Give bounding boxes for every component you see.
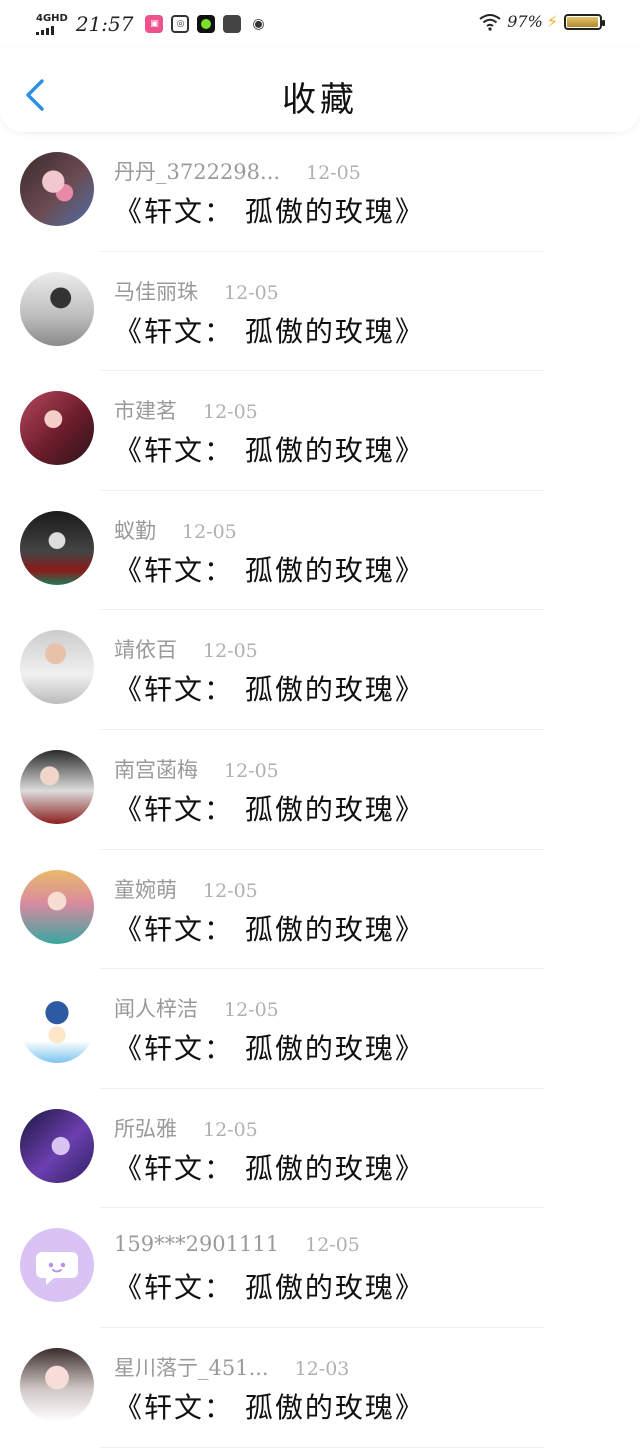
list-item[interactable]: 所弘雅 12-05 《轩文： 孤傲的玫瑰》 bbox=[0, 1089, 640, 1209]
item-date: 12-05 bbox=[182, 520, 237, 543]
list-item[interactable]: 靖依百 12-05 《轩文： 孤傲的玫瑰》 bbox=[0, 610, 640, 730]
list-item[interactable]: 马佳丽珠 12-05 《轩文： 孤傲的玫瑰》 bbox=[0, 252, 640, 372]
avatar[interactable] bbox=[20, 630, 94, 705]
avatar[interactable] bbox=[20, 989, 94, 1064]
avatar[interactable] bbox=[20, 510, 94, 585]
list-item[interactable]: 南宫菡梅 12-05 《轩文： 孤傲的玫瑰》 bbox=[0, 730, 640, 850]
item-meta: 丹丹_3722298... 12-05 bbox=[114, 156, 361, 186]
favorite-title[interactable]: 《轩文： 孤傲的玫瑰》 bbox=[114, 668, 425, 708]
favorite-title[interactable]: 《轩文： 孤傲的玫瑰》 bbox=[114, 788, 425, 828]
nav-header: 收藏 bbox=[0, 48, 640, 132]
favorite-title[interactable]: 《轩文： 孤傲的玫瑰》 bbox=[114, 908, 425, 948]
item-meta: 马佳丽珠 12-05 bbox=[114, 276, 279, 306]
avatar[interactable] bbox=[20, 391, 94, 466]
battery-level bbox=[567, 16, 599, 27]
battery-percent: 97% bbox=[507, 12, 543, 31]
item-date: 12-05 bbox=[306, 162, 361, 184]
qr-app-icon: ◎ bbox=[171, 15, 190, 33]
favorite-title[interactable]: 《轩文： 孤傲的玫瑰》 bbox=[114, 1266, 425, 1306]
favorites-list: 丹丹_3722298... 12-05 《轩文： 孤傲的玫瑰》 马佳丽珠 12-05 《轩… bbox=[0, 132, 640, 1448]
green-app-icon bbox=[197, 15, 216, 33]
item-date: 12-05 bbox=[305, 1234, 360, 1257]
favorite-title[interactable]: 《轩文： 孤傲的玫瑰》 bbox=[114, 1027, 425, 1067]
avatar[interactable] bbox=[20, 1228, 94, 1303]
favorite-title[interactable]: 《轩文： 孤傲的玫瑰》 bbox=[114, 429, 425, 469]
divider bbox=[100, 1446, 544, 1448]
list-item[interactable]: 闻人梓洁 12-05 《轩文： 孤傲的玫瑰》 bbox=[0, 969, 640, 1089]
favorite-title[interactable]: 《轩文： 孤傲的玫瑰》 bbox=[114, 310, 425, 350]
user-name[interactable]: 靖依百 bbox=[114, 634, 177, 664]
favorite-title[interactable]: 《轩文： 孤傲的玫瑰》 bbox=[114, 1147, 425, 1187]
user-name[interactable]: 159***2901111 bbox=[114, 1232, 279, 1256]
network-label: 4GHD bbox=[36, 12, 68, 24]
user-name[interactable]: 丹丹_3722298... bbox=[114, 156, 280, 186]
item-meta: 童婉萌 12-05 bbox=[114, 874, 258, 904]
status-bar: 4GHD 21:57 ▣ ◎ ◉ 97% ⚡ bbox=[0, 0, 640, 48]
user-name[interactable]: 马佳丽珠 bbox=[114, 276, 198, 306]
item-meta: 南宫菡梅 12-05 bbox=[114, 754, 279, 784]
favorite-title[interactable]: 《轩文： 孤傲的玫瑰》 bbox=[114, 190, 425, 230]
user-name[interactable]: 星川落亍_451... bbox=[114, 1352, 269, 1382]
favorite-title[interactable]: 《轩文： 孤傲的玫瑰》 bbox=[114, 1386, 425, 1426]
avatar[interactable] bbox=[20, 271, 94, 346]
signal-icon bbox=[36, 25, 54, 35]
network-indicator: 4GHD bbox=[36, 12, 68, 35]
item-meta: 星川落亍_451... 12-03 bbox=[114, 1352, 349, 1382]
ticket-app-icon: ▣ bbox=[145, 15, 164, 33]
wifi-icon bbox=[479, 13, 501, 31]
list-item[interactable]: 159***2901111 12-05 《轩文： 孤傲的玫瑰》 bbox=[0, 1208, 640, 1328]
clock: 21:57 bbox=[75, 12, 134, 36]
item-date: 12-05 bbox=[203, 1118, 258, 1141]
list-item[interactable]: 蚁勤 12-05 《轩文： 孤傲的玫瑰》 bbox=[0, 491, 640, 611]
avatar[interactable] bbox=[20, 749, 94, 824]
weibo-icon: ◉ bbox=[252, 16, 265, 32]
user-name[interactable]: 童婉萌 bbox=[114, 874, 177, 904]
item-meta: 蚁勤 12-05 bbox=[114, 515, 237, 545]
list-item[interactable]: 星川落亍_451... 12-03 《轩文： 孤傲的玫瑰》 bbox=[0, 1328, 640, 1448]
item-date: 12-05 bbox=[203, 640, 258, 663]
avatar[interactable] bbox=[20, 152, 94, 226]
list-item[interactable]: 市建茗 12-05 《轩文： 孤傲的玫瑰》 bbox=[0, 371, 640, 491]
dark-app-icon bbox=[223, 15, 242, 33]
user-name[interactable]: 市建茗 bbox=[114, 395, 177, 425]
chat-bubble-icon bbox=[36, 1252, 78, 1286]
item-meta: 所弘雅 12-05 bbox=[114, 1113, 258, 1143]
item-date: 12-05 bbox=[224, 999, 279, 1022]
user-name[interactable]: 蚁勤 bbox=[114, 515, 156, 545]
item-meta: 靖依百 12-05 bbox=[114, 634, 258, 664]
user-name[interactable]: 闻人梓洁 bbox=[114, 993, 198, 1023]
avatar[interactable] bbox=[20, 1347, 94, 1422]
avatar[interactable] bbox=[20, 869, 94, 944]
item-date: 12-05 bbox=[203, 879, 258, 902]
page-title: 收藏 bbox=[282, 80, 358, 120]
item-meta: 市建茗 12-05 bbox=[114, 395, 258, 425]
favorite-title[interactable]: 《轩文： 孤傲的玫瑰》 bbox=[114, 549, 425, 589]
user-name[interactable]: 南宫菡梅 bbox=[114, 754, 198, 784]
user-name[interactable]: 所弘雅 bbox=[114, 1113, 177, 1143]
item-date: 12-05 bbox=[224, 281, 279, 304]
battery-icon bbox=[564, 13, 605, 30]
item-date: 12-03 bbox=[294, 1357, 350, 1380]
item-meta: 闻人梓洁 12-05 bbox=[114, 993, 279, 1023]
charging-icon: ⚡ bbox=[546, 12, 558, 31]
list-item[interactable]: 童婉萌 12-05 《轩文： 孤傲的玫瑰》 bbox=[0, 850, 640, 970]
list-item[interactable]: 丹丹_3722298... 12-05 《轩文： 孤傲的玫瑰》 bbox=[0, 132, 640, 252]
item-date: 12-05 bbox=[224, 759, 279, 782]
avatar[interactable] bbox=[20, 1108, 94, 1183]
item-date: 12-05 bbox=[203, 401, 258, 424]
item-meta: 159***2901111 12-05 bbox=[114, 1232, 360, 1256]
